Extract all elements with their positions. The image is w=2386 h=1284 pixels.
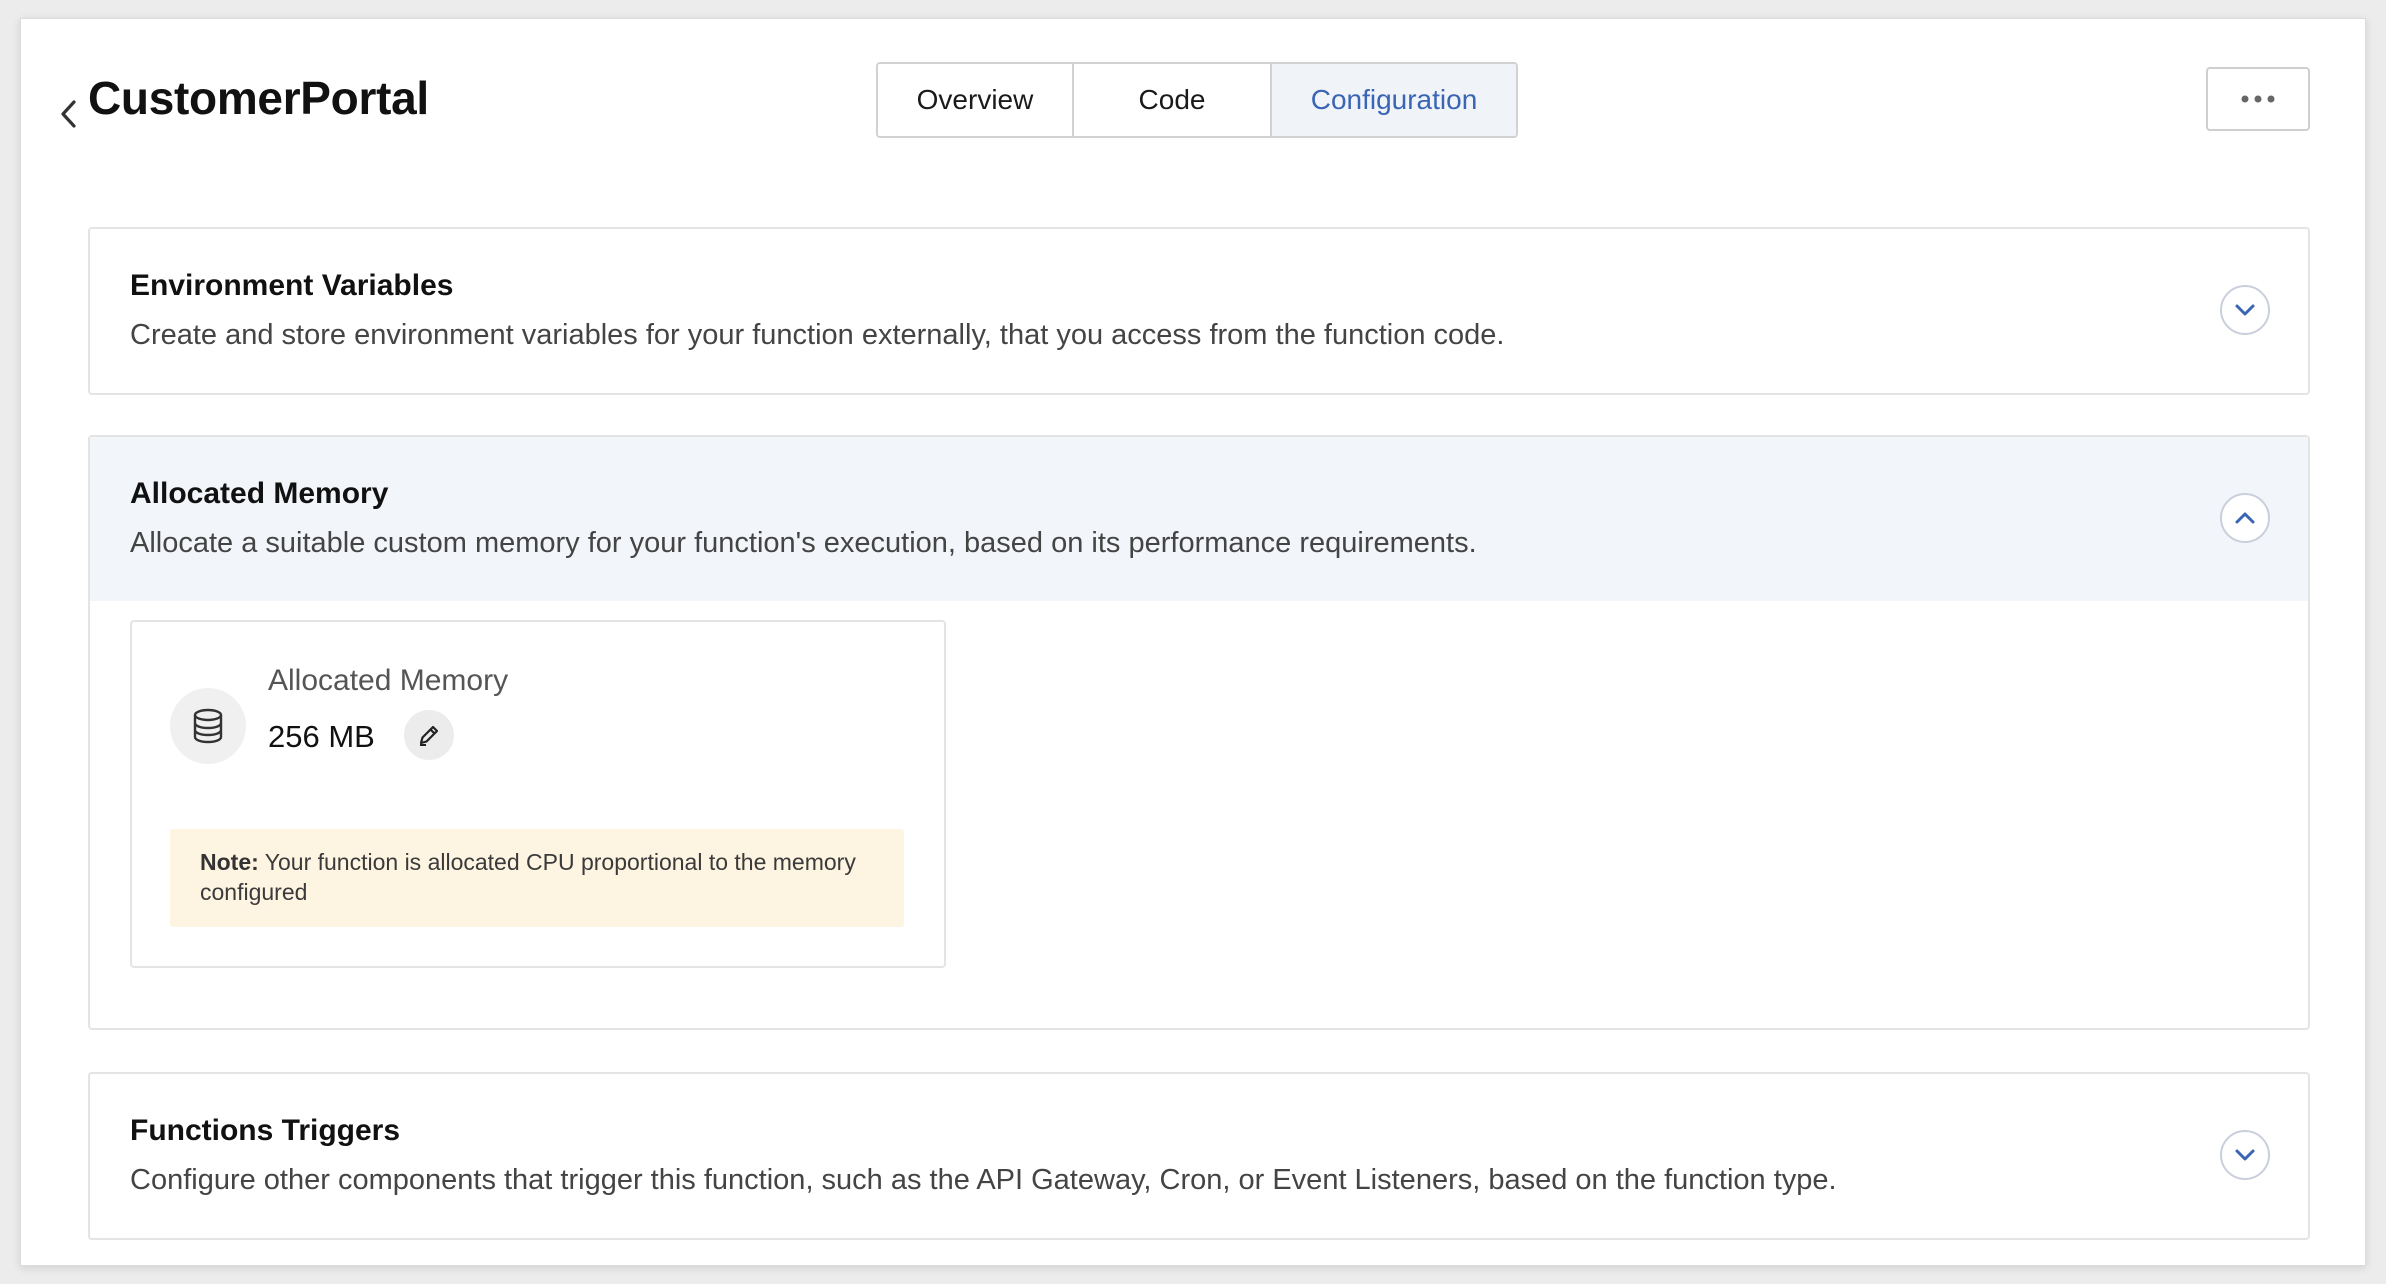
section-description: Allocate a suitable custom memory for yo… [130, 527, 1477, 559]
memory-card: Allocated Memory 256 MB Note: Your funct… [130, 620, 946, 968]
back-button[interactable] [49, 89, 89, 139]
expand-button[interactable] [2220, 1130, 2270, 1180]
app-window: CustomerPortal Overview Code Configurati… [20, 18, 2366, 1266]
section-header[interactable]: Allocated Memory Allocate a suitable cus… [90, 437, 2308, 601]
tab-bar: Overview Code Configuration [876, 62, 1518, 138]
memory-value: 256 MB [268, 719, 375, 754]
collapse-button[interactable] [2220, 493, 2270, 543]
section-title: Allocated Memory [130, 477, 389, 510]
section-allocated-memory: Allocated Memory Allocate a suitable cus… [88, 435, 2310, 1030]
tab-overview[interactable]: Overview [878, 64, 1074, 136]
database-icon [170, 688, 246, 764]
expand-button[interactable] [2220, 285, 2270, 335]
section-header[interactable]: Environment Variables Create and store e… [90, 229, 2308, 393]
section-title: Functions Triggers [130, 1114, 401, 1147]
tab-configuration[interactable]: Configuration [1272, 64, 1516, 136]
chevron-down-icon [2235, 304, 2255, 316]
section-description: Configure other components that trigger … [130, 1164, 1837, 1196]
more-options-button[interactable] [2206, 67, 2310, 131]
more-horizontal-icon [2241, 95, 2275, 103]
pencil-icon [419, 725, 439, 746]
section-functions-triggers: Functions Triggers Configure other compo… [88, 1072, 2310, 1240]
chevron-up-icon [2235, 512, 2255, 524]
note-text: Your function is allocated CPU proportio… [200, 849, 856, 905]
edit-memory-button[interactable] [404, 710, 454, 760]
memory-note: Note: Your function is allocated CPU pro… [170, 829, 904, 927]
chevron-left-icon [61, 100, 76, 128]
section-header[interactable]: Functions Triggers Configure other compo… [90, 1074, 2308, 1238]
section-environment-variables: Environment Variables Create and store e… [88, 227, 2310, 395]
tab-code[interactable]: Code [1074, 64, 1272, 136]
chevron-down-icon [2235, 1149, 2255, 1161]
page-title: CustomerPortal [88, 72, 429, 124]
section-title: Environment Variables [130, 269, 454, 302]
note-prefix: Note: [200, 849, 259, 875]
section-description: Create and store environment variables f… [130, 319, 1505, 351]
memory-label: Allocated Memory [268, 664, 509, 697]
